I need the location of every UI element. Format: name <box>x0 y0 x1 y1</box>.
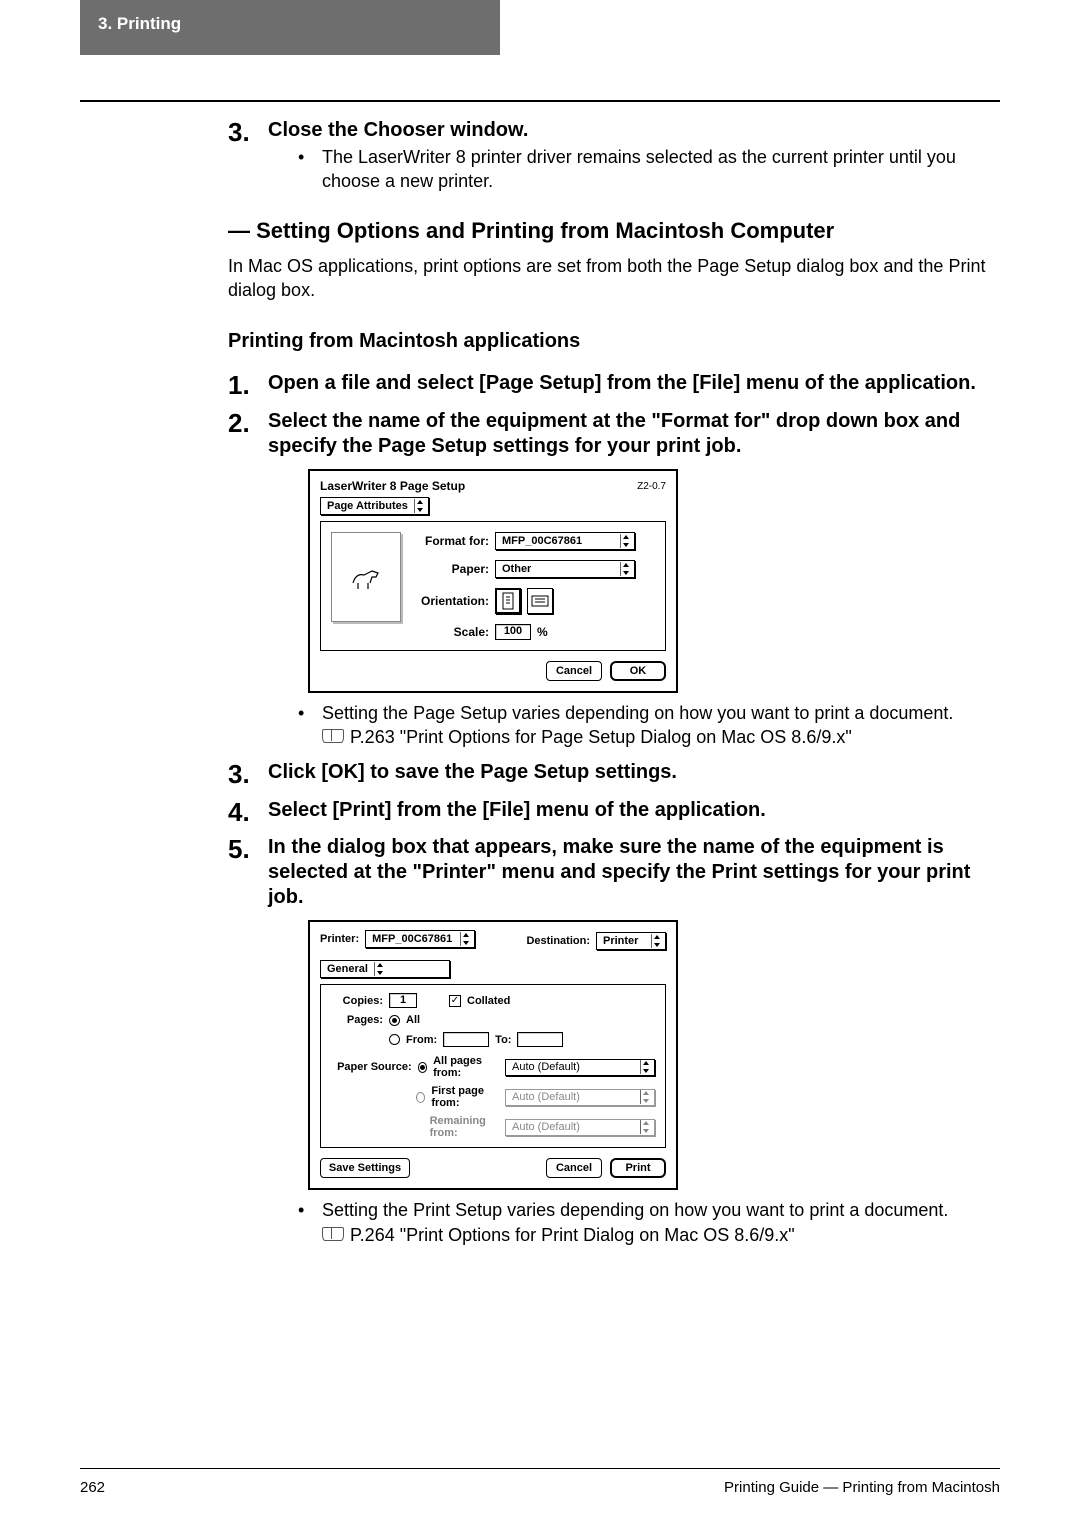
ok-button[interactable]: OK <box>610 661 666 681</box>
print-panel-select[interactable]: General <box>320 960 450 978</box>
footer-title: Printing Guide — Printing from Macintosh <box>724 1479 1000 1496</box>
scale-input[interactable]: 100 <box>495 624 531 640</box>
paper-label: Paper: <box>413 562 489 576</box>
step-number: 4. <box>228 798 268 828</box>
step-title: Close the Chooser window. <box>268 118 1000 143</box>
copies-label: Copies: <box>331 995 383 1007</box>
page-content: 3. Close the Chooser window. • The Laser… <box>228 118 1000 1253</box>
orientation-landscape-button[interactable] <box>527 588 553 614</box>
print-dialog: Printer: MFP_00C67861 Z2-0.7 Destination… <box>308 920 678 1190</box>
remaining-from-label: Remaining from: <box>430 1115 499 1139</box>
pages-to-input[interactable] <box>517 1032 563 1047</box>
preview-icon <box>331 532 401 622</box>
first-page-from-label: First page from: <box>431 1085 499 1109</box>
pages-from-label: From: <box>406 1034 437 1046</box>
step-number: 3. <box>228 760 268 790</box>
prev-step-3: 3. Close the Chooser window. • The Laser… <box>228 118 1000 194</box>
page-setup-dialog: LaserWriter 8 Page Setup Z2-0.7 Page Att… <box>308 469 678 693</box>
dialog-title: LaserWriter 8 Page Setup <box>320 479 465 493</box>
reference-link: P.263 "Print Options for Page Setup Dial… <box>268 725 1000 749</box>
step-bullet: • The LaserWriter 8 printer driver remai… <box>268 145 1000 194</box>
scale-label: Scale: <box>413 625 489 639</box>
page-footer: 262 Printing Guide — Printing from Macin… <box>80 1468 1000 1496</box>
step-title: Select [Print] from the [File] menu of t… <box>268 798 1000 823</box>
book-icon <box>322 1225 344 1241</box>
copies-input[interactable]: 1 <box>389 993 417 1008</box>
first-page-from-radio[interactable] <box>416 1092 425 1103</box>
cancel-button[interactable]: Cancel <box>546 1158 602 1178</box>
step-number: 3. <box>228 118 268 194</box>
reference-link: P.264 "Print Options for Print Dialog on… <box>268 1223 1000 1247</box>
first-page-from-select: Auto (Default) <box>505 1089 655 1106</box>
pages-from-input[interactable] <box>443 1032 489 1047</box>
pages-label: Pages: <box>331 1014 383 1026</box>
printer-select[interactable]: MFP_00C67861 <box>365 930 475 948</box>
destination-select[interactable]: Printer <box>596 932 666 950</box>
format-for-label: Format for: <box>413 534 489 548</box>
step-bullet: • Setting the Page Setup varies dependin… <box>268 701 1000 725</box>
dialog-body: Format for: MFP_00C67861 Paper: Other <box>320 521 666 651</box>
step-number: 5. <box>228 835 268 1247</box>
step-5: 5. In the dialog box that appears, make … <box>228 835 1000 1247</box>
remaining-from-select: Auto (Default) <box>505 1119 655 1136</box>
print-button[interactable]: Print <box>610 1158 666 1178</box>
page-number: 262 <box>80 1479 105 1496</box>
paper-source-label: Paper Source: <box>331 1061 412 1073</box>
section-heading: — Setting Options and Printing from Maci… <box>228 218 1000 244</box>
step-title: Open a file and select [Page Setup] from… <box>268 371 1000 396</box>
pages-to-label: To: <box>495 1034 511 1046</box>
orientation-label: Orientation: <box>413 594 489 608</box>
collated-checkbox[interactable]: ✓ <box>449 995 461 1007</box>
destination-label: Destination: <box>526 935 590 947</box>
pages-all-radio[interactable] <box>389 1015 400 1026</box>
pages-all-label: All <box>406 1014 420 1026</box>
all-pages-from-radio[interactable] <box>418 1062 427 1073</box>
save-settings-button[interactable]: Save Settings <box>320 1158 410 1178</box>
top-rule <box>80 100 1000 102</box>
dialog-version: Z2-0.7 <box>637 481 666 492</box>
book-icon <box>322 727 344 743</box>
pages-from-radio[interactable] <box>389 1034 400 1045</box>
all-pages-from-select[interactable]: Auto (Default) <box>505 1059 655 1076</box>
step-number: 2. <box>228 409 268 750</box>
orientation-portrait-button[interactable] <box>495 588 521 614</box>
step-number: 1. <box>228 371 268 401</box>
all-pages-from-label: All pages from: <box>433 1055 499 1079</box>
panel-select[interactable]: Page Attributes <box>320 497 429 515</box>
scale-unit: % <box>537 625 548 639</box>
step-title: In the dialog box that appears, make sur… <box>268 835 1000 910</box>
step-bullet: • Setting the Print Setup varies dependi… <box>268 1198 1000 1222</box>
chapter-header: 3. Printing <box>80 0 500 55</box>
paper-select[interactable]: Other <box>495 560 635 578</box>
step-3: 3. Click [OK] to save the Page Setup set… <box>228 760 1000 790</box>
step-title: Select the name of the equipment at the … <box>268 409 1000 459</box>
format-for-select[interactable]: MFP_00C67861 <box>495 532 635 550</box>
cancel-button[interactable]: Cancel <box>546 661 602 681</box>
step-title: Click [OK] to save the Page Setup settin… <box>268 760 1000 785</box>
printer-label: Printer: <box>320 933 359 945</box>
step-2: 2. Select the name of the equipment at t… <box>228 409 1000 750</box>
print-dialog-body: Copies: 1 ✓ Collated Pages: All <box>320 984 666 1148</box>
collated-label: Collated <box>467 995 510 1007</box>
step-4: 4. Select [Print] from the [File] menu o… <box>228 798 1000 828</box>
subsection-heading: Printing from Macintosh applications <box>228 330 1000 353</box>
section-intro: In Mac OS applications, print options ar… <box>228 254 1000 303</box>
step-1: 1. Open a file and select [Page Setup] f… <box>228 371 1000 401</box>
